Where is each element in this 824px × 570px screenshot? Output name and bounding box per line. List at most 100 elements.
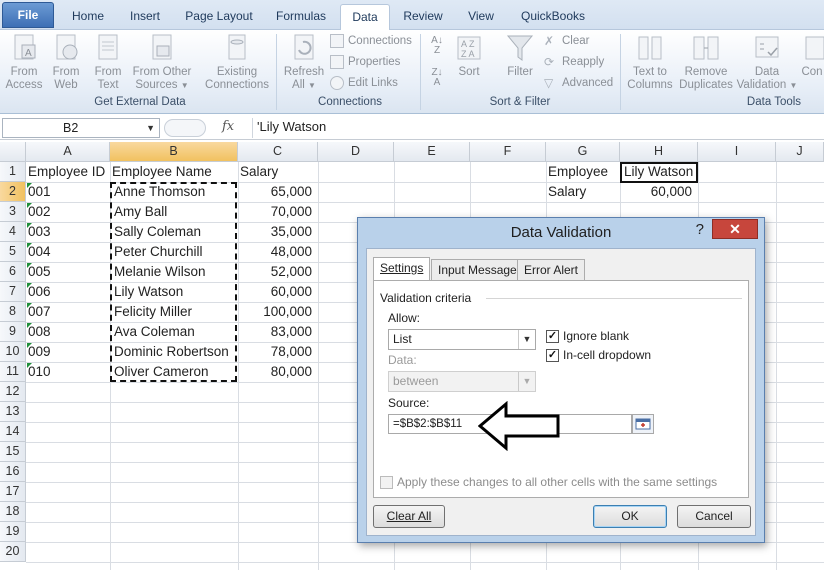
cell-a7[interactable]: 006 xyxy=(26,282,53,302)
row-header-14[interactable]: 14 xyxy=(0,422,26,442)
clear-all-button[interactable]: Clear All xyxy=(373,505,445,528)
tab-file[interactable]: File xyxy=(2,2,54,28)
cell-a4[interactable]: 003 xyxy=(26,222,53,242)
ok-button[interactable]: OK xyxy=(593,505,667,528)
column-header-e[interactable]: E xyxy=(394,142,470,162)
from-web-button[interactable]: From Web xyxy=(46,32,86,92)
row-header-2[interactable]: 2 xyxy=(0,182,26,202)
row-header-11[interactable]: 11 xyxy=(0,362,26,382)
refresh-all-button[interactable]: Refresh All ▼ xyxy=(282,32,326,92)
in-cell-dropdown-checkbox[interactable]: ✓ In-cell dropdown xyxy=(546,348,651,362)
cell-a2[interactable]: 001 xyxy=(26,182,53,202)
data-operator-select[interactable]: between ▼ xyxy=(388,371,536,392)
sort-ascending-button[interactable]: A↓ Z xyxy=(426,36,448,56)
text-to-columns-button[interactable]: Text to Columns xyxy=(624,32,676,92)
row-header-10[interactable]: 10 xyxy=(0,342,26,362)
cell-a6[interactable]: 005 xyxy=(26,262,53,282)
from-other-sources-button[interactable]: From Other Sources ▼ xyxy=(130,32,194,92)
cell-c7[interactable]: 60,000 xyxy=(238,282,314,302)
cell-c1[interactable]: Salary xyxy=(238,162,280,182)
cell-c11[interactable]: 80,000 xyxy=(238,362,314,382)
cell-c3[interactable]: 70,000 xyxy=(238,202,314,222)
sort-descending-button[interactable]: Z↓ A xyxy=(426,68,448,88)
tab-view[interactable]: View xyxy=(458,4,504,30)
row-header-17[interactable]: 17 xyxy=(0,482,26,502)
column-header-d[interactable]: D xyxy=(318,142,394,162)
column-header-c[interactable]: C xyxy=(238,142,318,162)
cell-a1[interactable]: Employee ID xyxy=(26,162,107,182)
row-header-3[interactable]: 3 xyxy=(0,202,26,222)
from-text-button[interactable]: From Text xyxy=(88,32,128,92)
cell-a9[interactable]: 008 xyxy=(26,322,53,342)
clear-filter-button[interactable]: ✗ Clear xyxy=(544,32,589,50)
tab-formulas[interactable]: Formulas xyxy=(268,4,334,30)
column-header-f[interactable]: F xyxy=(470,142,546,162)
edit-links-button[interactable]: Edit Links xyxy=(330,74,398,92)
remove-duplicates-button[interactable]: Remove Duplicates xyxy=(676,32,736,92)
cell-c2[interactable]: 65,000 xyxy=(238,182,314,202)
cell-c6[interactable]: 52,000 xyxy=(238,262,314,282)
chevron-down-icon[interactable]: ▼ xyxy=(518,330,535,349)
tab-error-alert[interactable]: Error Alert xyxy=(517,259,586,281)
data-validation-button[interactable]: Data Validation ▼ xyxy=(736,32,798,92)
select-all-corner[interactable] xyxy=(0,142,26,162)
tab-insert[interactable]: Insert xyxy=(122,4,168,30)
row-header-1[interactable]: 1 xyxy=(0,162,26,182)
column-header-i[interactable]: I xyxy=(698,142,776,162)
row-header-12[interactable]: 12 xyxy=(0,382,26,402)
row-header-7[interactable]: 7 xyxy=(0,282,26,302)
properties-button[interactable]: Properties xyxy=(330,53,400,71)
row-header-6[interactable]: 6 xyxy=(0,262,26,282)
from-access-button[interactable]: A From Access xyxy=(4,32,44,92)
column-header-g[interactable]: G xyxy=(546,142,620,162)
formula-bar-handle-icon[interactable] xyxy=(164,119,206,137)
row-header-16[interactable]: 16 xyxy=(0,462,26,482)
cell-c4[interactable]: 35,000 xyxy=(238,222,314,242)
cell-b1[interactable]: Employee Name xyxy=(110,162,214,182)
consolidate-button[interactable]: Con xyxy=(800,32,824,79)
cell-a10[interactable]: 009 xyxy=(26,342,53,362)
cell-a3[interactable]: 002 xyxy=(26,202,53,222)
tab-input-message[interactable]: Input Message xyxy=(431,259,524,281)
apply-to-all-checkbox[interactable]: Apply these changes to all other cells w… xyxy=(380,475,717,489)
cell-c5[interactable]: 48,000 xyxy=(238,242,314,262)
column-header-h[interactable]: H xyxy=(620,142,698,162)
advanced-filter-button[interactable]: ▽ Advanced xyxy=(544,74,613,92)
formula-input[interactable]: 'Lily Watson xyxy=(252,118,822,138)
existing-connections-button[interactable]: Existing Connections xyxy=(202,32,272,92)
close-icon[interactable]: ✕ xyxy=(712,219,758,239)
tab-review[interactable]: Review xyxy=(398,4,448,30)
cell-c8[interactable]: 100,000 xyxy=(238,302,314,322)
name-box-dropdown-icon[interactable]: ▼ xyxy=(146,119,155,137)
cell-g2[interactable]: Salary xyxy=(546,182,588,202)
cell-a8[interactable]: 007 xyxy=(26,302,53,322)
help-icon[interactable]: ? xyxy=(696,221,704,238)
allow-select[interactable]: List ▼ xyxy=(388,329,536,350)
range-selector-button[interactable] xyxy=(632,414,654,434)
name-box[interactable]: B2 ▼ xyxy=(2,118,160,138)
row-header-8[interactable]: 8 xyxy=(0,302,26,322)
cancel-button[interactable]: Cancel xyxy=(677,505,751,528)
row-header-4[interactable]: 4 xyxy=(0,222,26,242)
row-header-5[interactable]: 5 xyxy=(0,242,26,262)
row-header-9[interactable]: 9 xyxy=(0,322,26,342)
tab-data[interactable]: Data xyxy=(340,4,390,31)
cell-g1[interactable]: Employee xyxy=(546,162,610,182)
connections-button[interactable]: Connections xyxy=(330,32,412,50)
tab-quickbooks[interactable]: QuickBooks xyxy=(514,4,592,30)
row-header-18[interactable]: 18 xyxy=(0,502,26,522)
sort-button[interactable]: A Z Z A Sort xyxy=(452,32,486,79)
row-header-15[interactable]: 15 xyxy=(0,442,26,462)
ignore-blank-checkbox[interactable]: ✓ Ignore blank xyxy=(546,329,629,343)
cell-c10[interactable]: 78,000 xyxy=(238,342,314,362)
row-header-13[interactable]: 13 xyxy=(0,402,26,422)
cell-a11[interactable]: 010 xyxy=(26,362,53,382)
column-header-j[interactable]: J xyxy=(776,142,824,162)
cell-c9[interactable]: 83,000 xyxy=(238,322,314,342)
tab-settings[interactable]: Settings xyxy=(373,257,431,281)
filter-button[interactable]: Filter xyxy=(500,32,540,79)
row-header-20[interactable]: 20 xyxy=(0,542,26,562)
insert-function-icon[interactable]: fx xyxy=(222,119,234,134)
cell-h2[interactable]: 60,000 xyxy=(620,182,694,202)
column-header-b[interactable]: B xyxy=(110,142,238,162)
